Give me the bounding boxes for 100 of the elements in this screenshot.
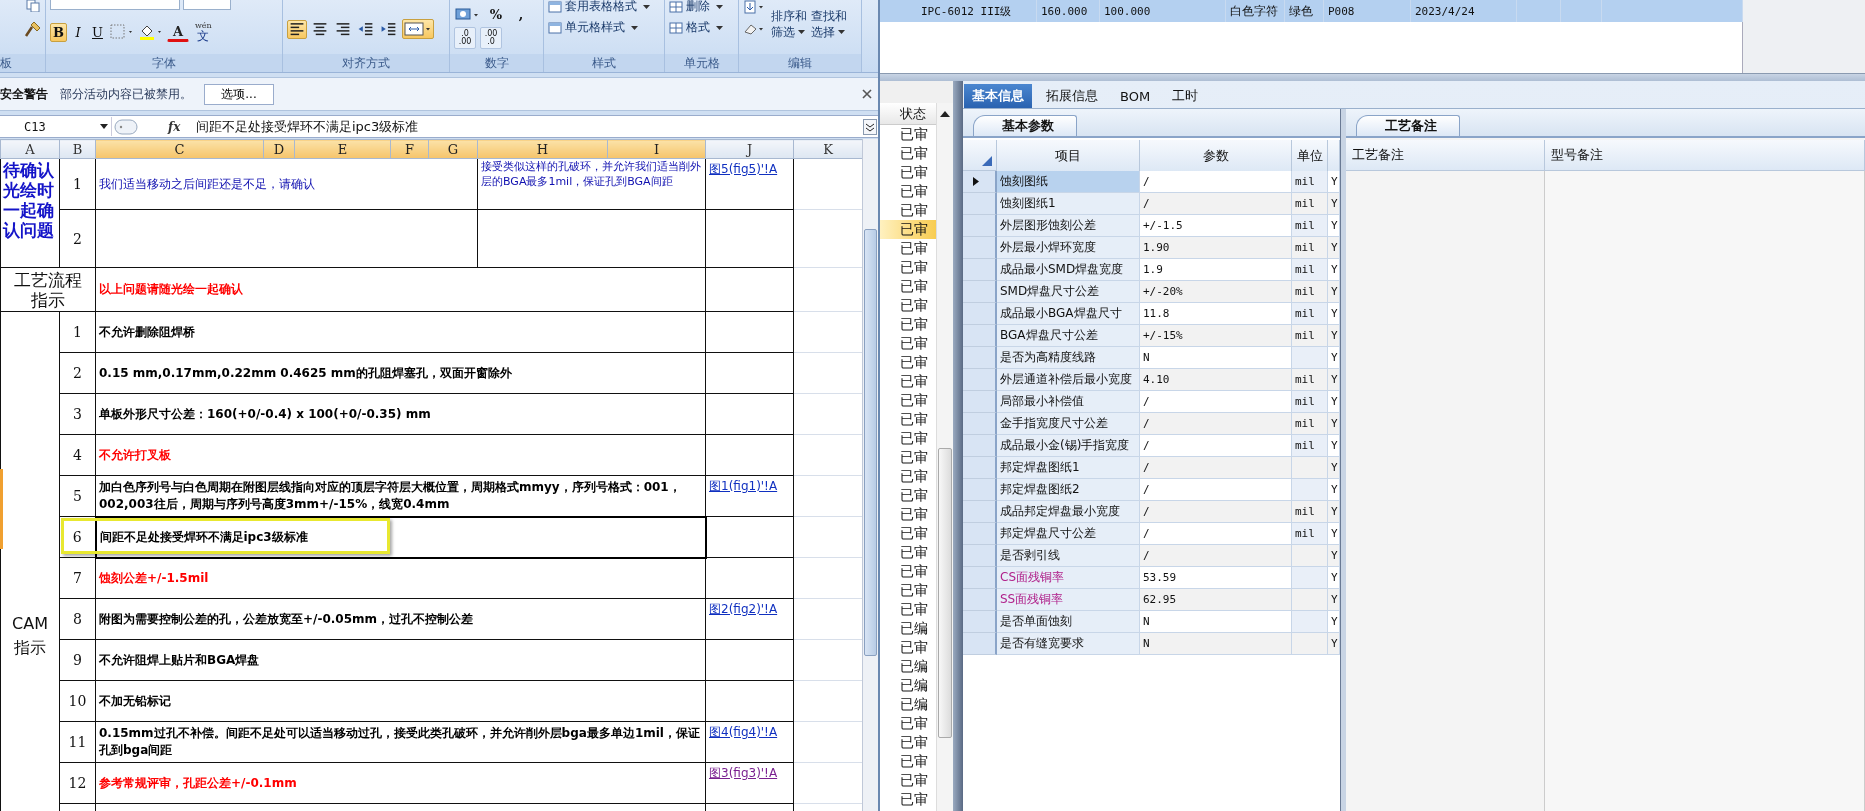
tab[interactable]: BOM: [1112, 84, 1159, 108]
status-item[interactable]: 已编: [880, 657, 937, 676]
style-command[interactable]: 套用表格格式: [548, 0, 660, 13]
column-header[interactable]: 型号备注: [1545, 140, 1865, 171]
unit-cell: mil: [1292, 303, 1328, 325]
tab[interactable]: 工时: [1164, 84, 1207, 108]
insert-function-button[interactable]: fx: [168, 119, 186, 134]
status-item[interactable]: 已审: [880, 277, 937, 296]
align-icon[interactable]: [287, 19, 307, 39]
copy-icon[interactable]: [26, 0, 40, 12]
status-item[interactable]: 已审: [880, 505, 937, 524]
unit-cell: [1292, 567, 1328, 589]
caret-icon: [716, 25, 723, 30]
status-item[interactable]: 已审: [880, 752, 937, 771]
scroll-up-icon[interactable]: [940, 111, 951, 117]
status-item[interactable]: 已审: [880, 638, 937, 657]
row-header[interactable]: [963, 171, 997, 193]
format-painter-icon[interactable]: [24, 20, 42, 38]
tab[interactable]: 拓展信息: [1038, 84, 1106, 108]
status-item[interactable]: 已审: [880, 790, 937, 809]
expand-icon[interactable]: [863, 118, 877, 135]
status-item[interactable]: 已审: [880, 714, 937, 733]
formula-field[interactable]: 间距不足处接受焊环不满足ipc3级标准: [196, 117, 863, 136]
style-command[interactable]: 单元格样式: [548, 21, 660, 34]
font-size-field[interactable]: [183, 0, 231, 10]
font-style-button[interactable]: B: [50, 22, 67, 42]
status-item[interactable]: 已编: [880, 695, 937, 714]
column-header[interactable]: 参数: [1140, 140, 1292, 172]
status-item[interactable]: 已审: [880, 486, 937, 505]
panel-tab[interactable]: 工艺备注: [1356, 115, 1460, 136]
options-button[interactable]: 选项...: [204, 83, 274, 105]
status-item[interactable]: 已编: [880, 619, 937, 638]
column-header[interactable]: G: [428, 139, 478, 159]
font-color-button[interactable]: A: [166, 22, 189, 42]
column-header[interactable]: K: [793, 139, 863, 159]
column-header[interactable]: J: [705, 139, 794, 159]
status-item[interactable]: 已审: [880, 239, 937, 258]
column-header[interactable]: I: [607, 139, 706, 159]
column-header[interactable]: [1328, 140, 1340, 172]
row-number: 12: [68, 775, 87, 791]
phonetic-button[interactable]: wén 文: [191, 19, 215, 45]
status-item[interactable]: 已审: [880, 201, 937, 220]
status-item[interactable]: 已审: [880, 125, 937, 144]
number-format-button[interactable]: ,: [510, 4, 532, 25]
column-header[interactable]: C: [95, 139, 264, 159]
column-header[interactable]: F: [390, 139, 429, 159]
cell-command[interactable]: 删除: [669, 0, 734, 13]
status-item[interactable]: 已审: [880, 410, 937, 429]
merge-cells-icon[interactable]: [402, 19, 434, 39]
status-item[interactable]: 已审: [880, 334, 937, 353]
edit-command[interactable]: 查找和 选择: [811, 8, 847, 40]
column-header[interactable]: D: [263, 139, 295, 159]
unit-cell: mil: [1292, 237, 1328, 259]
status-item[interactable]: 已审: [880, 448, 937, 467]
status-item[interactable]: 已审: [880, 562, 937, 581]
panel-tab[interactable]: 基本参数: [973, 115, 1077, 136]
status-item[interactable]: 已审: [880, 543, 937, 562]
status-item[interactable]: 已审: [880, 372, 937, 391]
status-item[interactable]: 已审: [880, 467, 937, 486]
scrollbar[interactable]: [862, 139, 878, 811]
status-item[interactable]: 已审: [880, 600, 937, 619]
status-item[interactable]: 已审: [880, 771, 937, 790]
column-header[interactable]: H: [477, 139, 608, 159]
column-header[interactable]: E: [294, 139, 391, 159]
param-name: 邦定焊盘图纸2: [1000, 481, 1080, 498]
font-name-field[interactable]: [50, 0, 180, 10]
status-item[interactable]: 已审: [880, 524, 937, 543]
column-header[interactable]: 项目: [997, 140, 1140, 172]
close-icon[interactable]: [862, 89, 872, 99]
column-header[interactable]: 单位: [1292, 140, 1328, 172]
decimal-button[interactable]: .0 .00: [454, 27, 476, 49]
status-item[interactable]: 已审: [880, 258, 937, 277]
status-item[interactable]: 已审: [880, 182, 937, 201]
column-header[interactable]: A: [0, 139, 60, 159]
font-style-button[interactable]: U: [89, 22, 106, 42]
font-style-button[interactable]: I: [70, 22, 86, 42]
group-label: 字体: [46, 54, 282, 72]
resize-handle-icon[interactable]: [114, 118, 138, 135]
tab[interactable]: 基本信息: [964, 84, 1032, 108]
number-format-button[interactable]: %: [485, 4, 507, 25]
column-header[interactable]: B: [59, 139, 96, 159]
status-item[interactable]: 已审: [880, 581, 937, 600]
status-item[interactable]: 已审: [880, 391, 937, 410]
column-header[interactable]: 工艺备注: [1346, 140, 1545, 171]
cell-command[interactable]: 格式: [669, 21, 734, 34]
status-item[interactable]: 已审: [880, 296, 937, 315]
status-item[interactable]: 已编: [880, 676, 937, 695]
column-header[interactable]: 状态: [880, 103, 937, 125]
status-item[interactable]: 已审: [880, 315, 937, 334]
status-item[interactable]: 已审: [880, 733, 937, 752]
fill-color-icon[interactable]: [137, 23, 164, 41]
splitter-handle[interactable]: [880, 73, 1865, 81]
edit-command[interactable]: 排序和 筛选: [771, 8, 807, 40]
status-item[interactable]: 已审: [880, 144, 937, 163]
status-item[interactable]: 已审: [880, 163, 937, 182]
status-item[interactable]: 已审: [880, 429, 937, 448]
status-item[interactable]: 已审: [880, 353, 937, 372]
scrollbar[interactable]: [936, 103, 953, 811]
status-item[interactable]: 已审: [880, 220, 937, 239]
decimal-button[interactable]: .00 .0: [480, 27, 502, 49]
